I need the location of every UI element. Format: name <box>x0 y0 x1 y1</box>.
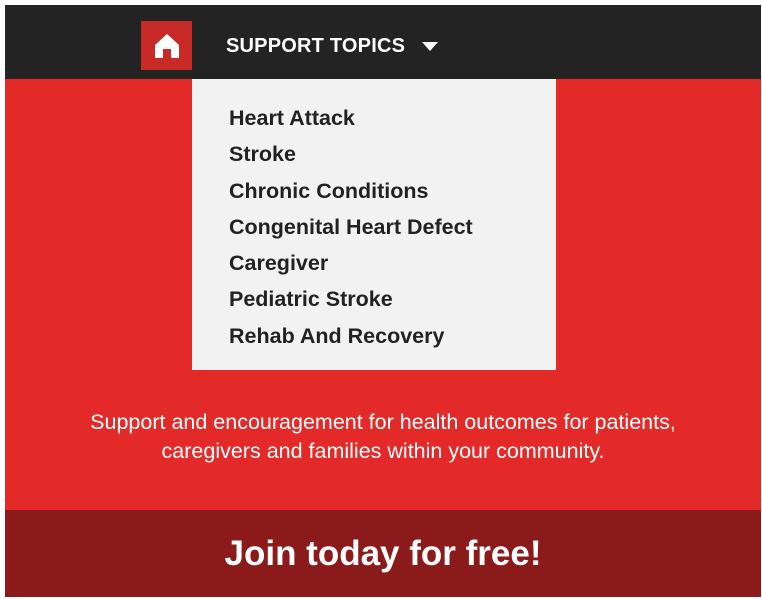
menu-item-stroke[interactable]: Stroke <box>229 139 556 175</box>
support-topics-label: SUPPORT TOPICS <box>226 35 406 57</box>
top-nav-bar: SUPPORT TOPICS <box>5 5 761 79</box>
home-icon <box>154 33 179 58</box>
tagline-line-1: Support and encouragement for health out… <box>90 410 676 434</box>
menu-item-rehab-and-recovery[interactable]: Rehab And Recovery <box>229 321 556 357</box>
tagline: Support and encouragement for health out… <box>5 408 761 466</box>
menu-item-heart-attack[interactable]: Heart Attack <box>229 103 556 139</box>
page-frame: SUPPORT TOPICS Heart Attack Stroke Chron… <box>5 5 761 597</box>
support-topics-menu: Heart Attack Stroke Chronic Conditions C… <box>192 79 556 370</box>
menu-item-caregiver[interactable]: Caregiver <box>229 248 556 284</box>
support-topics-toggle[interactable]: SUPPORT TOPICS <box>226 34 439 58</box>
tagline-line-2: caregivers and families within your comm… <box>161 439 605 463</box>
menu-item-congenital-heart-defect[interactable]: Congenital Heart Defect <box>229 212 556 248</box>
caret-down-icon <box>422 41 439 51</box>
home-button[interactable] <box>141 21 192 70</box>
join-label: Join today for free! <box>224 533 542 573</box>
join-button[interactable]: Join today for free! <box>5 510 761 597</box>
menu-item-chronic-conditions[interactable]: Chronic Conditions <box>229 176 556 212</box>
menu-item-pediatric-stroke[interactable]: Pediatric Stroke <box>229 284 556 320</box>
